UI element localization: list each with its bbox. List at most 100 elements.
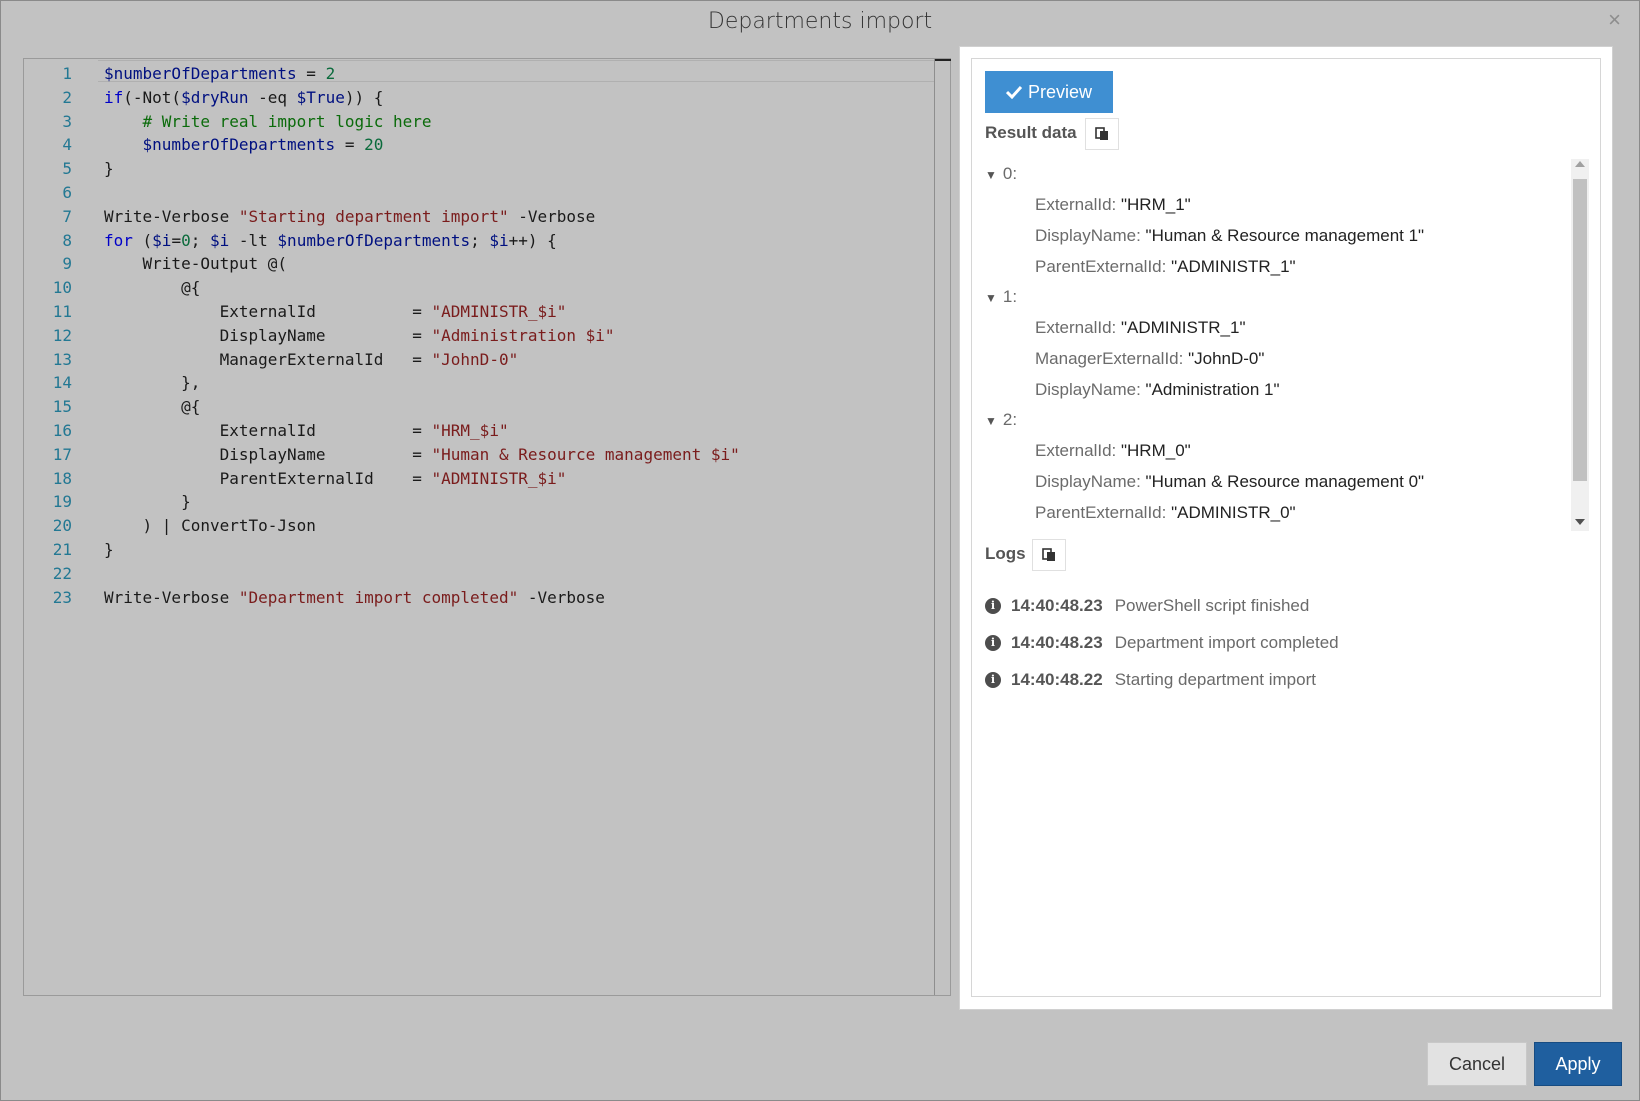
- result-data-viewer[interactable]: ▼ 0: ExternalId: "HRM_1" DisplayName: "Huma…: [985, 159, 1589, 531]
- copy-icon: [1042, 548, 1055, 561]
- code-editor[interactable]: 1 $numberOfDepartments = 2 2 if(-Not($dryRu…: [23, 58, 951, 996]
- code-line: 2 if(-Not($dryRun -eq $True)) {: [24, 86, 740, 110]
- code-line: 17 DisplayName = "Human & Resource manag…: [24, 443, 740, 467]
- field-key: ParentExternalId:: [1035, 503, 1172, 522]
- result-item-toggle[interactable]: ▼ 1:: [985, 282, 1565, 312]
- field-key: DisplayName:: [1035, 226, 1146, 245]
- field-key: DisplayName:: [1035, 472, 1146, 491]
- field-key: DisplayName:: [1035, 380, 1146, 399]
- scroll-down-icon[interactable]: [1575, 519, 1585, 525]
- preview-panel-inner: Preview Result data ▼ 0: ExternalId: "HRM_…: [971, 58, 1601, 997]
- code-token: =: [296, 64, 326, 83]
- code-token: Write-Verbose: [104, 206, 239, 226]
- code-token: -eq: [248, 87, 297, 107]
- code-line: 11 ExternalId = "ADMINISTR_$i": [24, 300, 740, 324]
- log-entry: i 14:40:48.23 PowerShell script finished: [985, 587, 1565, 624]
- code-token: Write-Verbose: [104, 587, 239, 607]
- result-field: ManagerExternalId: "JohnD-0": [985, 343, 1565, 374]
- code-line: 1 $numberOfDepartments = 2: [24, 62, 740, 86]
- log-list: i 14:40:48.23 PowerShell script finished i 1…: [985, 587, 1565, 698]
- caret-down-icon: ▼: [985, 414, 997, 428]
- result-field: DisplayName: "Human & Resource managemen…: [985, 220, 1565, 251]
- line-number: 4: [62, 135, 72, 155]
- line-number: 2: [62, 87, 72, 107]
- result-item-index: 2:: [1002, 410, 1018, 429]
- code-token: $numberOfDepartments: [104, 64, 297, 83]
- line-number: 23: [52, 587, 72, 607]
- scroll-thumb[interactable]: [1573, 179, 1587, 481]
- line-number: 14: [52, 373, 72, 393]
- code-line: 9 Write-Output @(: [24, 252, 740, 276]
- code-token: ExternalId =: [104, 420, 432, 440]
- result-field: ParentExternalId: "ADMINISTR_1": [985, 251, 1565, 282]
- log-message: Department import completed: [1114, 632, 1339, 652]
- close-icon[interactable]: ×: [1608, 7, 1621, 33]
- preview-button[interactable]: Preview: [985, 71, 1113, 113]
- code-token: "Starting department import": [238, 206, 509, 226]
- result-scrollbar[interactable]: [1571, 159, 1589, 531]
- field-value: "HRM_0": [1121, 441, 1191, 460]
- result-field: ExternalId: "HRM_1": [985, 189, 1565, 220]
- code-token: "JohnD-0": [431, 349, 519, 369]
- result-field: ExternalId: "ADMINISTR_1": [985, 312, 1565, 343]
- code-token: $i: [489, 230, 509, 250]
- preview-panel: Preview Result data ▼ 0: ExternalId: "HRM_…: [959, 46, 1613, 1010]
- code-token: for: [104, 230, 133, 250]
- code-token: ManagerExternalId =: [104, 349, 432, 369]
- line-number: 21: [52, 539, 72, 559]
- line-number: 18: [52, 468, 72, 488]
- code-line: 15 @{: [24, 395, 740, 419]
- result-item-toggle[interactable]: ▼ 2:: [985, 405, 1565, 435]
- code-token: -Verbose: [518, 587, 605, 607]
- code-token: "Department import completed": [238, 587, 519, 607]
- code-line: 18 ParentExternalId = "ADMINISTR_$i": [24, 467, 740, 491]
- code-line: 8 for ($i=0; $i -lt $numberOfDepartments;…: [24, 229, 740, 253]
- apply-button[interactable]: Apply: [1534, 1042, 1622, 1086]
- code-token: @{: [104, 397, 201, 417]
- result-field: ParentExternalId: "ADMINISTR_0": [985, 497, 1565, 528]
- line-number: 7: [62, 206, 72, 226]
- result-item-index: 0:: [1002, 164, 1018, 183]
- copy-logs-button[interactable]: [1032, 539, 1066, 571]
- log-timestamp: 14:40:48.23: [1011, 632, 1103, 652]
- cancel-button[interactable]: Cancel: [1427, 1042, 1527, 1086]
- code-line: 20 ) | ConvertTo-Json: [24, 514, 740, 538]
- caret-down-icon: ▼: [985, 291, 997, 305]
- code-token: "ADMINISTR_$i": [431, 468, 567, 488]
- line-number: 3: [62, 111, 72, 131]
- code-token: 20: [364, 135, 384, 155]
- field-key: ParentExternalId:: [1035, 257, 1172, 276]
- field-value: "Human & Resource management 0": [1145, 472, 1425, 491]
- code-line: 14 },: [24, 371, 740, 395]
- code-token: (-Not(: [123, 87, 182, 107]
- log-message: PowerShell script finished: [1114, 595, 1310, 615]
- copy-result-button[interactable]: [1085, 118, 1119, 150]
- code-token: ) | ConvertTo-Json: [104, 516, 316, 536]
- code-line: 23 Write-Verbose "Department import compl…: [24, 586, 740, 610]
- result-field: ExternalId: "HRM_0": [985, 435, 1565, 466]
- logs-label: Logs: [985, 544, 1026, 563]
- code-token: "HRM_$i": [431, 420, 509, 440]
- code-line: 19 }: [24, 490, 740, 514]
- log-timestamp: 14:40:48.23: [1011, 595, 1103, 615]
- copy-icon: [1095, 127, 1108, 140]
- code-token: Write-Output @(: [104, 254, 288, 274]
- code-line: 7 Write-Verbose "Starting department impo…: [24, 205, 740, 229]
- line-number: 13: [52, 349, 72, 369]
- line-number: 8: [62, 230, 72, 250]
- code-token: },: [104, 373, 201, 393]
- check-icon: [1005, 85, 1022, 99]
- code-token: "ADMINISTR_$i": [431, 301, 567, 321]
- code-line: 21}: [24, 538, 740, 562]
- preview-button-label: Preview: [1027, 81, 1093, 102]
- field-key: ExternalId:: [1035, 318, 1121, 337]
- scroll-up-icon[interactable]: [1575, 161, 1585, 167]
- editor-scrollbar[interactable]: [935, 59, 951, 61]
- result-item-toggle[interactable]: ▼ 0:: [985, 159, 1565, 189]
- dialog-title: Departments import: [707, 9, 933, 34]
- code-token: $i: [209, 230, 230, 250]
- code-token: ;: [470, 230, 490, 250]
- code-token: 2: [325, 64, 336, 83]
- line-number: 16: [52, 420, 72, 440]
